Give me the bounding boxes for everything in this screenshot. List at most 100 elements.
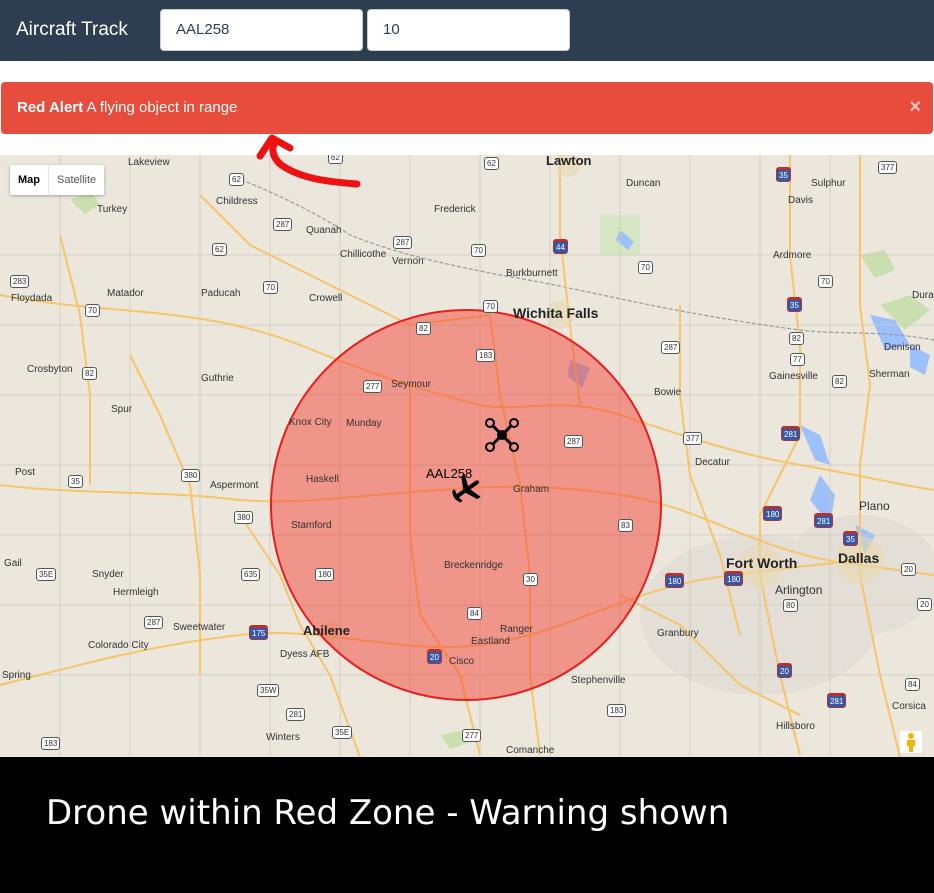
range-input[interactable]: 10 — [367, 9, 570, 51]
route-shield: 62 — [212, 243, 227, 256]
city-label: Duncan — [626, 178, 661, 189]
route-shield: 82 — [789, 332, 804, 345]
city-label: Denison — [884, 342, 921, 353]
route-shield: 44 — [553, 239, 568, 254]
route-shield: 70 — [483, 300, 498, 313]
city-label: Corsica — [892, 701, 926, 712]
city-label: Abilene — [303, 623, 350, 638]
top-navbar: Aircraft Track AAL258 10 — [0, 0, 934, 61]
city-label: Gainesville — [769, 371, 818, 382]
route-shield: 183 — [476, 349, 496, 362]
city-label: Graham — [513, 484, 550, 495]
city-label: Ranger — [500, 624, 533, 635]
route-shield: 70 — [471, 244, 486, 257]
city-label: Bowie — [654, 387, 682, 398]
route-shield: 20 — [917, 598, 932, 611]
city-label: Arlington — [775, 583, 823, 597]
city-label: Gail — [4, 558, 22, 569]
city-label: Matador — [107, 288, 144, 299]
close-icon[interactable]: × — [909, 96, 921, 119]
route-shield: 183 — [41, 737, 61, 750]
route-shield: 84 — [467, 607, 482, 620]
route-shield: 183 — [607, 704, 627, 717]
city-label: Turkey — [97, 204, 128, 215]
city-label: Seymour — [391, 379, 432, 390]
alert-text: Red Alert A flying object in range — [17, 99, 237, 116]
city-label: Davis — [788, 195, 814, 206]
route-shield: 70 — [818, 275, 833, 288]
city-label: Eastland — [471, 636, 510, 647]
city-label: Granbury — [657, 628, 699, 639]
route-shield: 287 — [393, 236, 413, 249]
city-label: Wichita Falls — [513, 305, 599, 321]
city-label: Decatur — [695, 457, 731, 468]
city-label: Post — [15, 467, 36, 478]
route-shield: 175 — [249, 625, 269, 640]
route-shield: 180 — [315, 568, 335, 581]
map-type-control: Map Satellite — [10, 165, 105, 195]
city-label: Cisco — [449, 656, 475, 667]
city-label: Colorado City — [88, 640, 149, 651]
route-shield: 35W — [257, 684, 280, 697]
city-label: Snyder — [92, 569, 124, 580]
route-shield: 35E — [36, 568, 57, 581]
city-label: Spring — [2, 670, 31, 681]
route-shield: 180 — [724, 571, 744, 586]
route-shield: 281 — [827, 693, 847, 708]
route-shield: 277 — [363, 380, 383, 393]
route-shield: 70 — [85, 304, 100, 317]
map-type-satellite-button[interactable]: Satellite — [48, 165, 104, 195]
route-shield: 377 — [683, 432, 703, 445]
route-shield: 70 — [638, 261, 653, 274]
city-label: Knox City — [289, 417, 332, 428]
street-view-pegman-icon[interactable] — [900, 731, 922, 753]
city-label: Burkburnett — [506, 268, 558, 279]
city-label: Floydada — [11, 293, 53, 304]
route-shield: 635 — [241, 568, 261, 581]
route-shield: 20 — [777, 663, 792, 678]
city-label: Munday — [346, 418, 382, 429]
city-label: Childress — [216, 196, 258, 207]
city-label: Plano — [859, 499, 890, 513]
city-label: Guthrie — [201, 373, 234, 384]
city-label: Lawton — [546, 155, 592, 168]
city-label: Breckenridge — [444, 560, 503, 571]
route-shield: 281 — [781, 426, 801, 441]
route-shield: 35 — [787, 297, 802, 312]
callsign-input[interactable]: AAL258 — [160, 9, 363, 51]
route-shield: 283 — [10, 275, 30, 288]
city-label: Sherman — [869, 369, 910, 380]
city-label: Paducah — [201, 288, 241, 299]
city-label: Dyess AFB — [280, 649, 330, 660]
city-label: Crosbyton — [27, 364, 73, 375]
map-view[interactable]: Map Satellite Wichita Falls Abilene Fort… — [0, 155, 934, 757]
route-shield: 281 — [286, 708, 306, 721]
app-title: Aircraft Track — [16, 19, 128, 40]
city-label: Haskell — [306, 474, 339, 485]
red-zone-circle — [270, 309, 662, 701]
route-shield: 380 — [181, 469, 201, 482]
city-label: Vernon — [392, 256, 424, 267]
alert-message: A flying object in range — [86, 99, 238, 116]
city-label: Sweetwater — [173, 622, 226, 633]
city-label: Chillicothe — [340, 249, 387, 260]
city-label: Stephenville — [571, 675, 626, 686]
city-label: Quanah — [306, 225, 342, 236]
city-label: Hillsboro — [776, 721, 815, 732]
annotation-arrow — [256, 134, 361, 188]
route-shield: 30 — [523, 573, 538, 586]
route-shield: 35E — [332, 726, 353, 739]
red-alert-banner: Red Alert A flying object in range × — [1, 82, 933, 134]
city-label: Comanche — [506, 745, 555, 756]
map-type-map-button[interactable]: Map — [10, 165, 48, 195]
route-shield: 35 — [68, 475, 83, 488]
city-label: Winters — [266, 732, 300, 743]
city-label: Dallas — [838, 550, 880, 566]
route-shield: 20 — [901, 563, 916, 576]
route-shield: 83 — [618, 519, 633, 532]
route-shield: 287 — [564, 435, 584, 448]
city-label: Crowell — [309, 293, 343, 304]
route-shield: 281 — [814, 513, 834, 528]
caption-text: Drone within Red Zone - Warning shown — [46, 793, 730, 833]
city-label: Aspermont — [210, 480, 259, 491]
